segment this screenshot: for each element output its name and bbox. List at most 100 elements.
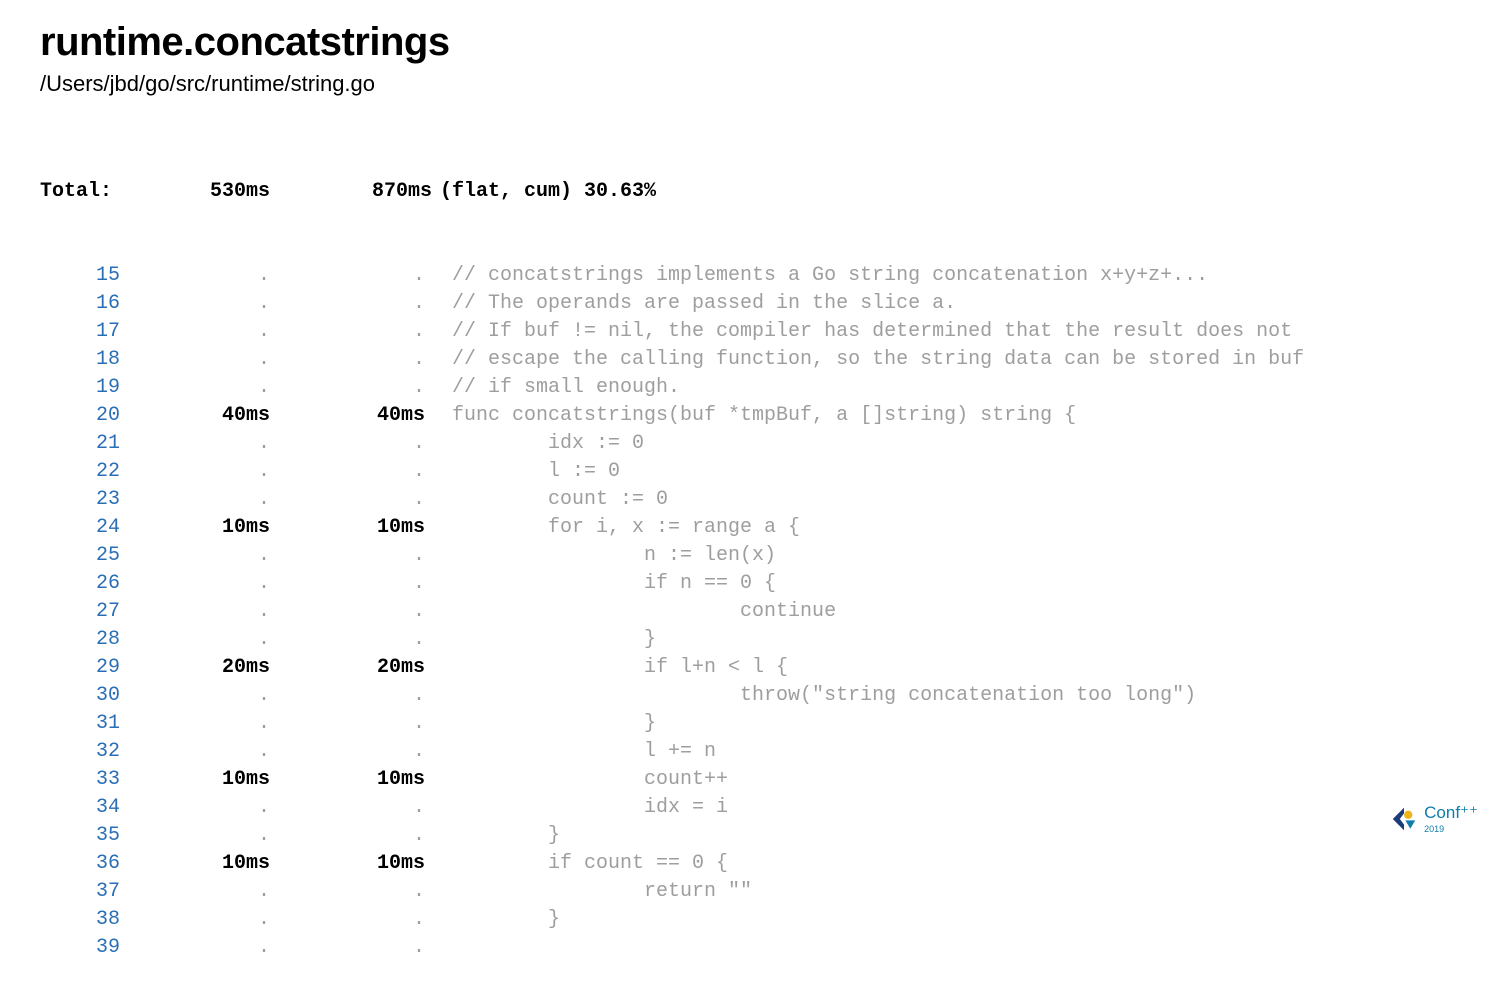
source-code: l := 0 [440,458,1460,486]
line-number: 39 [40,934,150,962]
source-line: 3610ms10ms if count == 0 { [40,850,1460,878]
source-line: 37.. return "" [40,878,1460,906]
source-line: 26.. if n == 0 { [40,570,1460,598]
line-number: 35 [40,822,150,850]
totals-summary: (flat, cum) 30.63% [440,178,1460,206]
cum-time: 10ms [300,850,440,878]
source-line: 25.. n := len(x) [40,542,1460,570]
source-line: 2040ms40ms func concatstrings(buf *tmpBu… [40,402,1460,430]
source-code: idx := 0 [440,430,1460,458]
line-number: 24 [40,514,150,542]
cum-time: . [300,458,440,486]
flat-time: . [150,570,300,598]
cum-time: . [300,682,440,710]
profile-listing: Total: 530ms 870ms (flat, cum) 30.63% 15… [40,122,1460,990]
cum-time: . [300,794,440,822]
cum-time: . [300,318,440,346]
flat-time: . [150,794,300,822]
line-number: 21 [40,430,150,458]
flat-time: 10ms [150,850,300,878]
conference-year: 2019 [1424,824,1478,834]
source-line: 28.. } [40,626,1460,654]
source-code [440,934,1460,962]
line-number: 37 [40,878,150,906]
source-code: } [440,906,1460,934]
source-line: 38.. } [40,906,1460,934]
source-code: if l+n < l { [440,654,1460,682]
cum-time: . [300,738,440,766]
line-number: 26 [40,570,150,598]
source-line: 34.. idx = i [40,794,1460,822]
source-line: 23.. count := 0 [40,486,1460,514]
line-number: 36 [40,850,150,878]
line-number: 20 [40,402,150,430]
flat-time: 40ms [150,402,300,430]
source-code: return "" [440,878,1460,906]
source-line: 35.. } [40,822,1460,850]
flat-time: 20ms [150,654,300,682]
cum-time: . [300,486,440,514]
cum-time: . [300,878,440,906]
conference-text: Conf⁺⁺ 2019 [1424,804,1478,834]
flat-time: . [150,822,300,850]
source-code: if count == 0 { [440,850,1460,878]
source-code: for i, x := range a { [440,514,1460,542]
source-code: n := len(x) [440,542,1460,570]
cum-time: 10ms [300,514,440,542]
source-code: continue [440,598,1460,626]
source-code: } [440,626,1460,654]
line-number: 34 [40,794,150,822]
source-code: count := 0 [440,486,1460,514]
source-line: 27.. continue [40,598,1460,626]
conference-badge: Conf⁺⁺ 2019 [1390,804,1478,834]
source-code: // if small enough. [440,374,1460,402]
line-number: 22 [40,458,150,486]
cum-time: . [300,598,440,626]
source-line: 3310ms10ms count++ [40,766,1460,794]
flat-time: . [150,318,300,346]
line-number: 16 [40,290,150,318]
totals-row: Total: 530ms 870ms (flat, cum) 30.63% [40,178,1460,206]
source-code: // escape the calling function, so the s… [440,346,1460,374]
source-code: count++ [440,766,1460,794]
source-line: 15.. // concatstrings implements a Go st… [40,262,1460,290]
source-line: 18.. // escape the calling function, so … [40,346,1460,374]
flat-time: 10ms [150,514,300,542]
flat-time: . [150,906,300,934]
flat-time: . [150,626,300,654]
source-line: 30.. throw("string concatenation too lon… [40,682,1460,710]
cum-time: . [300,542,440,570]
cum-time: 10ms [300,766,440,794]
source-line: 31.. } [40,710,1460,738]
flat-time: . [150,458,300,486]
line-number: 30 [40,682,150,710]
cum-time: . [300,262,440,290]
source-line: 32.. l += n [40,738,1460,766]
flat-time: . [150,262,300,290]
flat-time: . [150,542,300,570]
line-number: 18 [40,346,150,374]
page-title: runtime.concatstrings [40,20,1460,65]
source-code: // concatstrings implements a Go string … [440,262,1460,290]
flat-time: . [150,486,300,514]
totals-flat: 530ms [150,178,300,206]
flat-time: 10ms [150,766,300,794]
source-line: 2920ms20ms if l+n < l { [40,654,1460,682]
cum-time: . [300,710,440,738]
line-number: 38 [40,906,150,934]
cum-time: . [300,290,440,318]
flat-time: . [150,346,300,374]
source-line: 22.. l := 0 [40,458,1460,486]
flat-time: . [150,290,300,318]
source-line: 2410ms10ms for i, x := range a { [40,514,1460,542]
source-code: idx = i [440,794,1460,822]
source-code: } [440,710,1460,738]
line-number: 29 [40,654,150,682]
flat-time: . [150,934,300,962]
source-code: l += n [440,738,1460,766]
source-code: // The operands are passed in the slice … [440,290,1460,318]
flat-time: . [150,430,300,458]
cum-time: 40ms [300,402,440,430]
cum-time: . [300,430,440,458]
line-number: 17 [40,318,150,346]
